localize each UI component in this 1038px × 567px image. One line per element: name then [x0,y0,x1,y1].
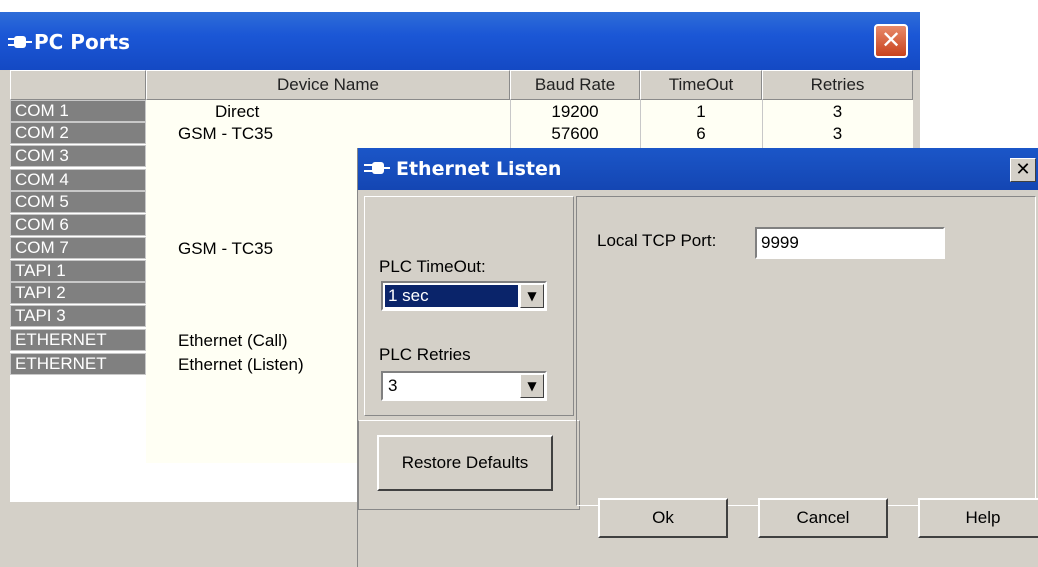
column-header-baud-rate[interactable]: Baud Rate [510,70,640,100]
retries-cell[interactable]: 3 [762,100,913,124]
local-tcp-port-label: Local TCP Port: [597,231,717,250]
port-label[interactable]: COM 1 [10,100,146,122]
port-label[interactable]: COM 2 [10,122,146,144]
local-tcp-port-input[interactable]: 9999 [755,227,945,259]
plc-retries-value: 3 [388,376,398,395]
ethernet-listen-title: Ethernet Listen [396,158,562,180]
device-name-cell[interactable] [178,191,378,215]
close-icon[interactable]: ✕ [1010,158,1036,182]
timeout-cell[interactable]: 1 [640,100,762,124]
ethernet-listen-dialog: Ethernet Listen ✕ PLC TimeOut: 1 sec ▼ P… [357,148,1038,567]
device-name-cell[interactable]: GSM - TC35 [178,122,378,146]
plug-icon [8,36,32,48]
plc-timeout-select[interactable]: 1 sec ▼ [381,281,547,311]
baud-rate-cell[interactable]: 57600 [530,122,620,146]
device-name-cell[interactable]: Direct [215,100,415,124]
restore-panel: Restore Defaults [358,420,580,510]
plc-timeout-label: PLC TimeOut: [379,257,486,276]
restore-defaults-button[interactable]: Restore Defaults [377,435,553,491]
chevron-down-icon[interactable]: ▼ [520,374,544,398]
column-header-device-name[interactable]: Device Name [146,70,510,100]
port-label[interactable]: TAPI 3 [10,305,146,327]
device-name-cell[interactable] [178,169,378,193]
port-label[interactable]: COM 5 [10,191,146,213]
port-label[interactable]: COM 7 [10,237,146,259]
column-header-timeout[interactable]: TimeOut [640,70,762,100]
cancel-button[interactable]: Cancel [758,498,888,538]
device-name-cell[interactable]: GSM - TC35 [178,237,378,261]
timeout-cell[interactable]: 6 [640,122,762,146]
close-icon[interactable]: ✕ [874,24,908,58]
column-header-retries[interactable]: Retries [762,70,913,100]
port-label[interactable]: ETHERNET [10,353,146,375]
plug-icon [364,162,390,174]
plc-retries-label: PLC Retries [379,345,471,364]
device-name-cell[interactable] [178,145,378,169]
device-name-cell[interactable] [178,260,378,284]
tcp-settings-panel: Local TCP Port: 9999 [576,196,1036,506]
device-name-cell[interactable] [178,305,378,329]
plc-timeout-value: 1 sec [385,285,518,307]
port-label[interactable]: COM 3 [10,145,146,167]
port-label[interactable]: TAPI 1 [10,260,146,282]
plc-retries-select[interactable]: 3 ▼ [381,371,547,401]
device-name-cell[interactable]: Ethernet (Call) [178,329,378,353]
port-label[interactable]: COM 4 [10,169,146,191]
device-name-cell[interactable] [178,214,378,238]
device-name-cell[interactable] [178,282,378,306]
port-label[interactable]: COM 6 [10,214,146,236]
retries-cell[interactable]: 3 [762,122,913,146]
device-name-cell[interactable]: Ethernet (Listen) [178,353,378,377]
pc-ports-title: PC Ports [34,30,131,54]
ethernet-listen-title-bar[interactable]: Ethernet Listen ✕ [358,148,1038,190]
port-label[interactable]: TAPI 2 [10,282,146,304]
grid-corner-header [10,70,146,100]
chevron-down-icon[interactable]: ▼ [520,284,544,308]
baud-rate-cell[interactable]: 19200 [530,100,620,124]
port-label[interactable]: ETHERNET [10,329,146,351]
plc-settings-panel: PLC TimeOut: 1 sec ▼ PLC Retries 3 ▼ [364,196,574,416]
pc-ports-title-bar[interactable]: PC Ports ✕ [0,12,920,70]
help-button[interactable]: Help [918,498,1038,538]
ok-button[interactable]: Ok [598,498,728,538]
